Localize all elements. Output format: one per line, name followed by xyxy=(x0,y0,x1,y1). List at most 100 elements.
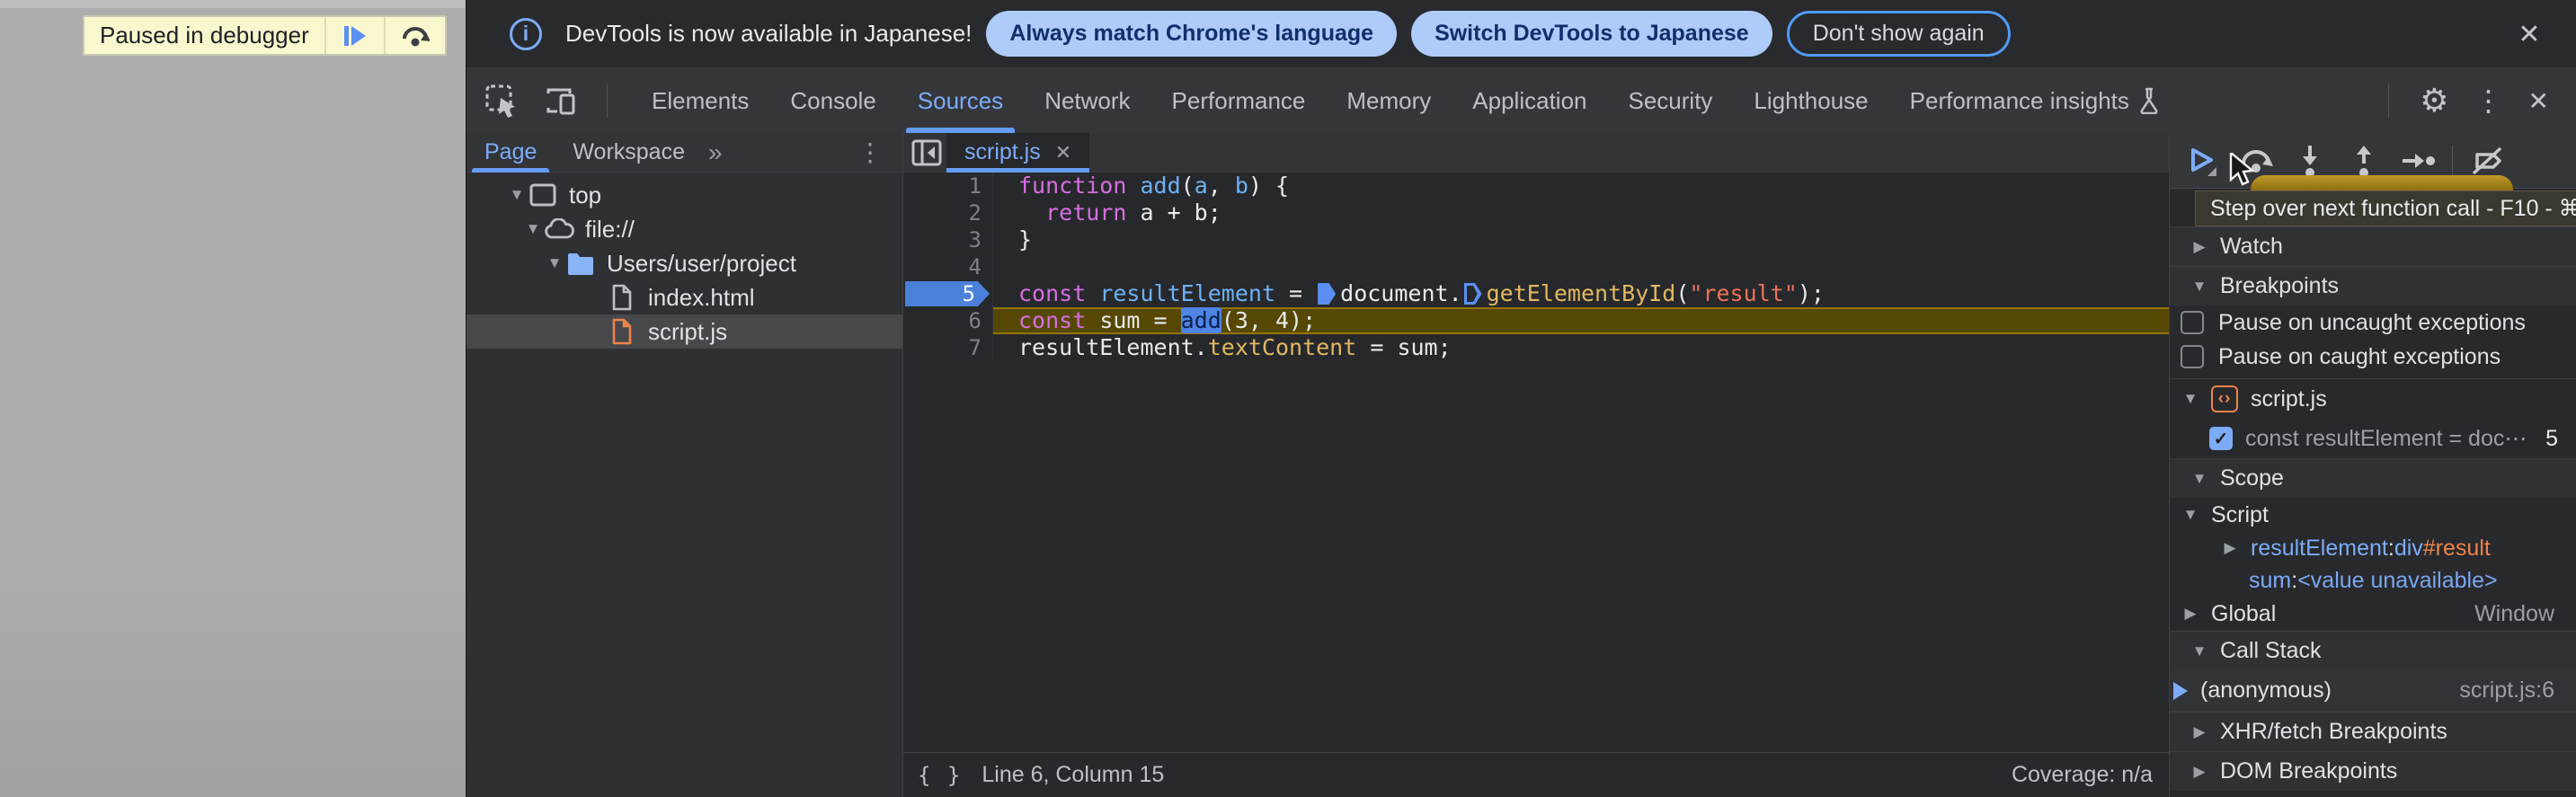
scope-var-id: #result xyxy=(2422,535,2491,561)
scope-global-group[interactable]: ▶ Global Window xyxy=(2170,597,2576,631)
editor-tab-script-js[interactable]: script.js ✕ xyxy=(946,132,1090,173)
code-line-1[interactable]: 1 function add(a, b) { xyxy=(903,173,2169,199)
scope-var-resultelement[interactable]: ▶ resultElement: div #result xyxy=(2170,532,2576,564)
code-token: , xyxy=(1207,173,1235,199)
tree-item-top[interactable]: ▼ top xyxy=(466,178,902,212)
tree-item-index-html[interactable]: index.html xyxy=(466,280,902,314)
devtools-close-icon[interactable]: ✕ xyxy=(2528,86,2549,116)
sources-panel: Page Workspace » ⋮ ▼ top ▼ file:// ▼ Users/us… xyxy=(466,132,2576,797)
step-out-button[interactable] xyxy=(2344,141,2384,181)
tab-label: Performance insights xyxy=(1909,86,2129,114)
code-line-content[interactable]: } xyxy=(993,226,2169,253)
watch-title: Watch xyxy=(2220,234,2283,259)
code-line-3[interactable]: 3} xyxy=(903,226,2169,253)
section-scope[interactable]: ▼ Scope xyxy=(2170,458,2576,498)
code-line-content[interactable]: resultElement.textContent = sum; xyxy=(993,334,2169,361)
tab-sources[interactable]: Sources xyxy=(897,68,1024,133)
code-line-content[interactable]: return a + b; xyxy=(993,199,2169,226)
gutter-line-3[interactable]: 3 xyxy=(903,226,993,253)
pause-caught-label: Pause on caught exceptions xyxy=(2218,343,2501,369)
cloud-icon xyxy=(544,216,574,243)
more-options-kebab-icon[interactable]: ⋮ xyxy=(2474,84,2503,118)
tab-memory[interactable]: Memory xyxy=(1326,68,1452,133)
expanded-arrow-icon[interactable]: ▼ xyxy=(522,220,544,238)
tab-network[interactable]: Network xyxy=(1024,68,1150,133)
expanded-arrow-icon[interactable]: ▼ xyxy=(544,254,565,272)
code-token: ); xyxy=(1797,280,1825,306)
code-editor[interactable]: 1 function add(a, b) {2 return a + b; 3} 4 5… xyxy=(903,173,2169,752)
pause-caught-checkbox[interactable] xyxy=(2181,345,2204,368)
breakpoint-gutter-line-5[interactable]: 5 xyxy=(903,280,993,307)
dimmed-page-background: Paused in debugger xyxy=(0,0,466,797)
pause-uncaught-exceptions-row[interactable]: Pause on uncaught exceptions xyxy=(2170,306,2576,340)
code-line-content[interactable]: const resultElement = document. getElemen… xyxy=(993,280,2169,307)
code-line-content[interactable] xyxy=(993,253,2169,280)
tab-lighthouse[interactable]: Lighthouse xyxy=(1733,68,1888,133)
code-line-7[interactable]: 7 resultElement.textContent = sum; xyxy=(903,334,2169,361)
infobar-close-icon[interactable]: ✕ xyxy=(2511,16,2547,52)
section-dom-breakpoints[interactable]: ▶ DOM Breakpoints xyxy=(2170,751,2576,791)
tree-item-file-[interactable]: ▼ file:// xyxy=(466,212,902,246)
step-into-button[interactable] xyxy=(2290,141,2330,181)
device-toolbar-icon[interactable] xyxy=(542,82,580,120)
hide-navigator-icon[interactable] xyxy=(907,133,946,173)
tab-security[interactable]: Security xyxy=(1608,68,1734,133)
expanded-arrow-icon[interactable]: ▼ xyxy=(506,186,528,204)
tab-performance[interactable]: Performance xyxy=(1151,68,1327,133)
code-line-6[interactable]: 6 const sum = add(3, 4); xyxy=(903,307,2169,334)
scope-var-name: sum xyxy=(2249,567,2292,593)
inline-breakpoint-candidate-icon[interactable] xyxy=(1463,283,1482,305)
step-button[interactable] xyxy=(2398,141,2438,181)
section-call-stack[interactable]: ▼ Call Stack xyxy=(2170,631,2576,670)
banner-resume-button[interactable] xyxy=(324,17,384,54)
tab-page[interactable]: Page xyxy=(466,133,555,173)
execution-line-content[interactable]: const sum = add(3, 4); xyxy=(993,307,2169,334)
tree-item-script-js[interactable]: script.js xyxy=(466,314,902,349)
section-watch[interactable]: ▶ Watch xyxy=(2170,226,2576,266)
editor-tabstrip: script.js ✕ xyxy=(903,132,2169,173)
breakpoint-file-group[interactable]: ▼ ‹› script.js xyxy=(2170,379,2576,419)
folder-icon xyxy=(565,250,596,277)
gutter-line-6[interactable]: 6 xyxy=(903,307,993,334)
code-line-5[interactable]: 5 const resultElement = document. getEleme… xyxy=(903,280,2169,307)
section-breakpoints[interactable]: ▼ Breakpoints xyxy=(2170,266,2576,306)
breakpoint-entry-checkbox[interactable]: ✓ xyxy=(2209,427,2233,450)
scope-var-sum[interactable]: sum: <value unavailable> xyxy=(2170,564,2576,597)
call-stack-frame-row[interactable]: (anonymous) script.js:6 xyxy=(2170,670,2576,712)
code-line-2[interactable]: 2 return a + b; xyxy=(903,199,2169,226)
code-line-content[interactable]: function add(a, b) { xyxy=(993,173,2169,199)
inline-breakpoint-marker-icon[interactable] xyxy=(1318,283,1337,305)
section-xhr-breakpoints[interactable]: ▶ XHR/fetch Breakpoints xyxy=(2170,712,2576,751)
code-token: const xyxy=(1018,280,1087,306)
code-line-4[interactable]: 4 xyxy=(903,253,2169,280)
tree-item-label: top xyxy=(569,181,602,208)
gutter-line-7[interactable]: 7 xyxy=(903,334,993,361)
pause-caught-exceptions-row[interactable]: Pause on caught exceptions xyxy=(2170,340,2576,374)
resume-script-button[interactable] xyxy=(2182,141,2222,181)
breakpoint-flag[interactable]: 5 xyxy=(905,281,990,306)
tab-performance-insights[interactable]: Performance insights xyxy=(1889,68,2181,133)
gutter-line-1[interactable]: 1 xyxy=(903,173,993,199)
tab-elements[interactable]: Elements xyxy=(631,68,769,133)
settings-gear-icon[interactable]: ⚙ xyxy=(2420,82,2448,120)
dont-show-again-button[interactable]: Don't show again xyxy=(1786,11,2011,57)
tab-application[interactable]: Application xyxy=(1452,68,1607,133)
tab-console[interactable]: Console xyxy=(769,68,896,133)
navigator-kebab-icon[interactable]: ⋮ xyxy=(857,137,883,167)
banner-step-over-button[interactable] xyxy=(383,17,445,54)
gutter-line-2[interactable]: 2 xyxy=(903,199,993,226)
pause-uncaught-checkbox[interactable] xyxy=(2181,311,2204,334)
deactivate-breakpoints-button[interactable] xyxy=(2467,141,2507,181)
scope-script-group[interactable]: ▼ Script xyxy=(2170,498,2576,532)
breakpoint-entry-row[interactable]: ✓ const resultElement = doc⋯ 5 xyxy=(2170,419,2576,458)
editor-tab-close-icon[interactable]: ✕ xyxy=(1055,141,1071,164)
inspect-element-icon[interactable] xyxy=(483,82,520,120)
tree-item-label: file:// xyxy=(585,215,635,243)
switch-devtools-japanese-button[interactable]: Switch DevTools to Japanese xyxy=(1411,11,1772,57)
more-tabs-chevron-icon[interactable]: » xyxy=(708,138,723,167)
tree-item-users-user-project[interactable]: ▼ Users/user/project xyxy=(466,246,902,280)
gutter-line-4[interactable]: 4 xyxy=(903,253,993,280)
always-match-language-button[interactable]: Always match Chrome's language xyxy=(986,11,1398,57)
tab-workspace[interactable]: Workspace xyxy=(555,133,703,173)
pretty-print-button[interactable]: { } xyxy=(918,763,962,788)
